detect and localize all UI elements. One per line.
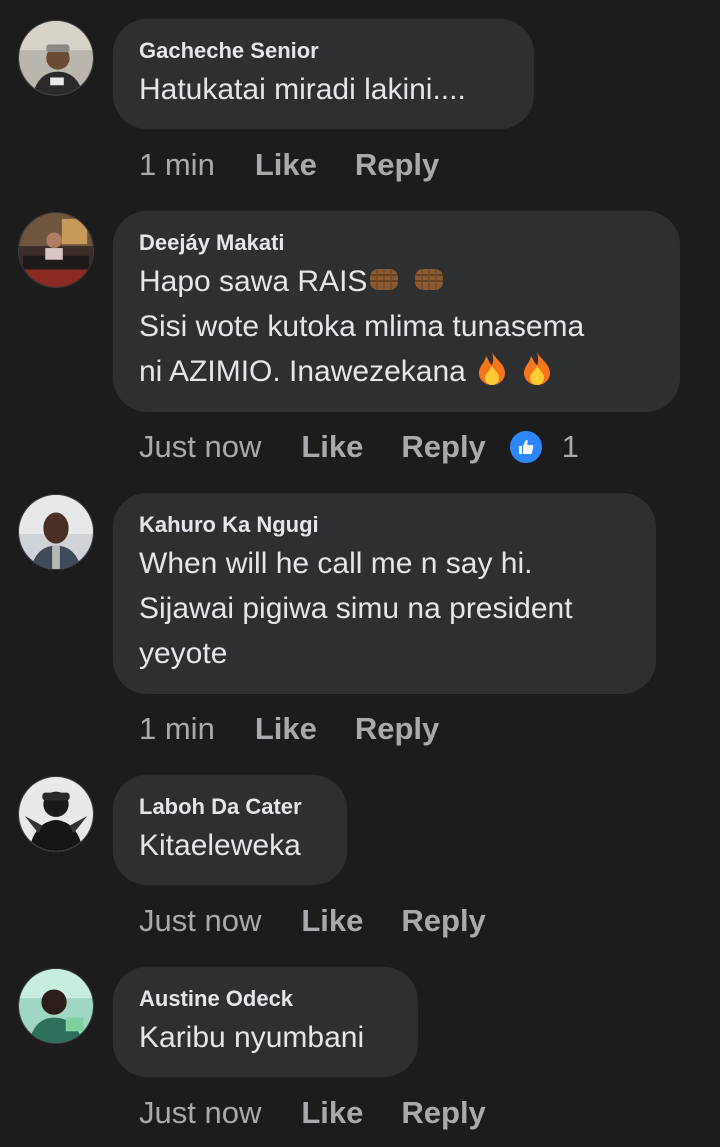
avatar[interactable] [18,494,94,570]
comment-text: Hapo sawa RAIS Sisi wote kutoka mlima tu… [139,259,654,394]
reply-button[interactable]: Reply [401,429,485,465]
comment-bubble: Deejáy Makati Hapo sawa RAIS Sisi wote k… [113,211,680,412]
comment-actions: 1 min Like Reply [139,709,477,749]
comment-timestamp[interactable]: 1 min [139,147,215,183]
comment-text: Hatukatai miradi lakini.... [139,73,466,106]
comment-author[interactable]: Gacheche Senior [139,37,508,65]
comment-bubble: Kahuro Ka Ngugi When will he call me n s… [113,493,656,694]
fire-icon [479,352,506,385]
reply-button[interactable]: Reply [355,711,439,747]
comment-timestamp[interactable]: Just now [139,903,261,939]
thumbs-up-icon [507,429,544,465]
comment-bubble: Laboh Da Cater Kitaeleweka [113,775,347,885]
comment-author[interactable]: Deejáy Makati [139,229,654,257]
avatar[interactable] [18,776,94,852]
reply-button[interactable]: Reply [401,1095,485,1131]
comment-actions: Just now Like Reply 1 [139,427,579,467]
comment-timestamp[interactable]: Just now [139,429,261,465]
like-button[interactable]: Like [301,1095,363,1131]
reaction-count: 1 [561,429,580,464]
reply-button[interactable]: Reply [401,903,485,939]
comment-text-line-3: ni AZIMIO. Inawezekana [139,355,475,388]
comment-text-line-1: Hapo sawa RAIS [139,265,368,298]
comment-author[interactable]: Kahuro Ka Ngugi [139,511,630,539]
comment-actions: Just now Like Reply [139,901,524,941]
comment-author[interactable]: Laboh Da Cater [139,793,321,821]
comment-author[interactable]: Austine Odeck [139,985,392,1013]
comment-timestamp[interactable]: Just now [139,1095,261,1131]
like-button[interactable]: Like [301,903,363,939]
like-button[interactable]: Like [301,429,363,465]
comment-text: Kitaeleweka [139,829,301,862]
comment-bubble: Gacheche Senior Hatukatai miradi lakini.… [113,19,534,129]
comment-actions: Just now Like Reply [139,1093,524,1133]
like-button[interactable]: Like [255,147,317,183]
fist-bump-icon [370,269,399,290]
comment-text-line-2: Sisi wote kutoka mlima tunasema [139,310,585,343]
avatar[interactable] [18,20,94,96]
comment-timestamp[interactable]: 1 min [139,711,215,747]
comment-text: When will he call me n say hi. Sijawai p… [139,547,573,670]
reply-button[interactable]: Reply [355,147,439,183]
like-button[interactable]: Like [255,711,317,747]
reaction-summary[interactable]: 1 [507,429,580,465]
comment-actions: 1 min Like Reply [139,145,477,185]
fist-bump-icon [414,269,443,290]
avatar[interactable] [18,968,94,1044]
comment-text: Karibu nyumbani [139,1021,365,1054]
fire-icon [523,352,550,385]
comment-bubble: Austine Odeck Karibu nyumbani [113,967,418,1077]
avatar[interactable] [18,212,94,288]
